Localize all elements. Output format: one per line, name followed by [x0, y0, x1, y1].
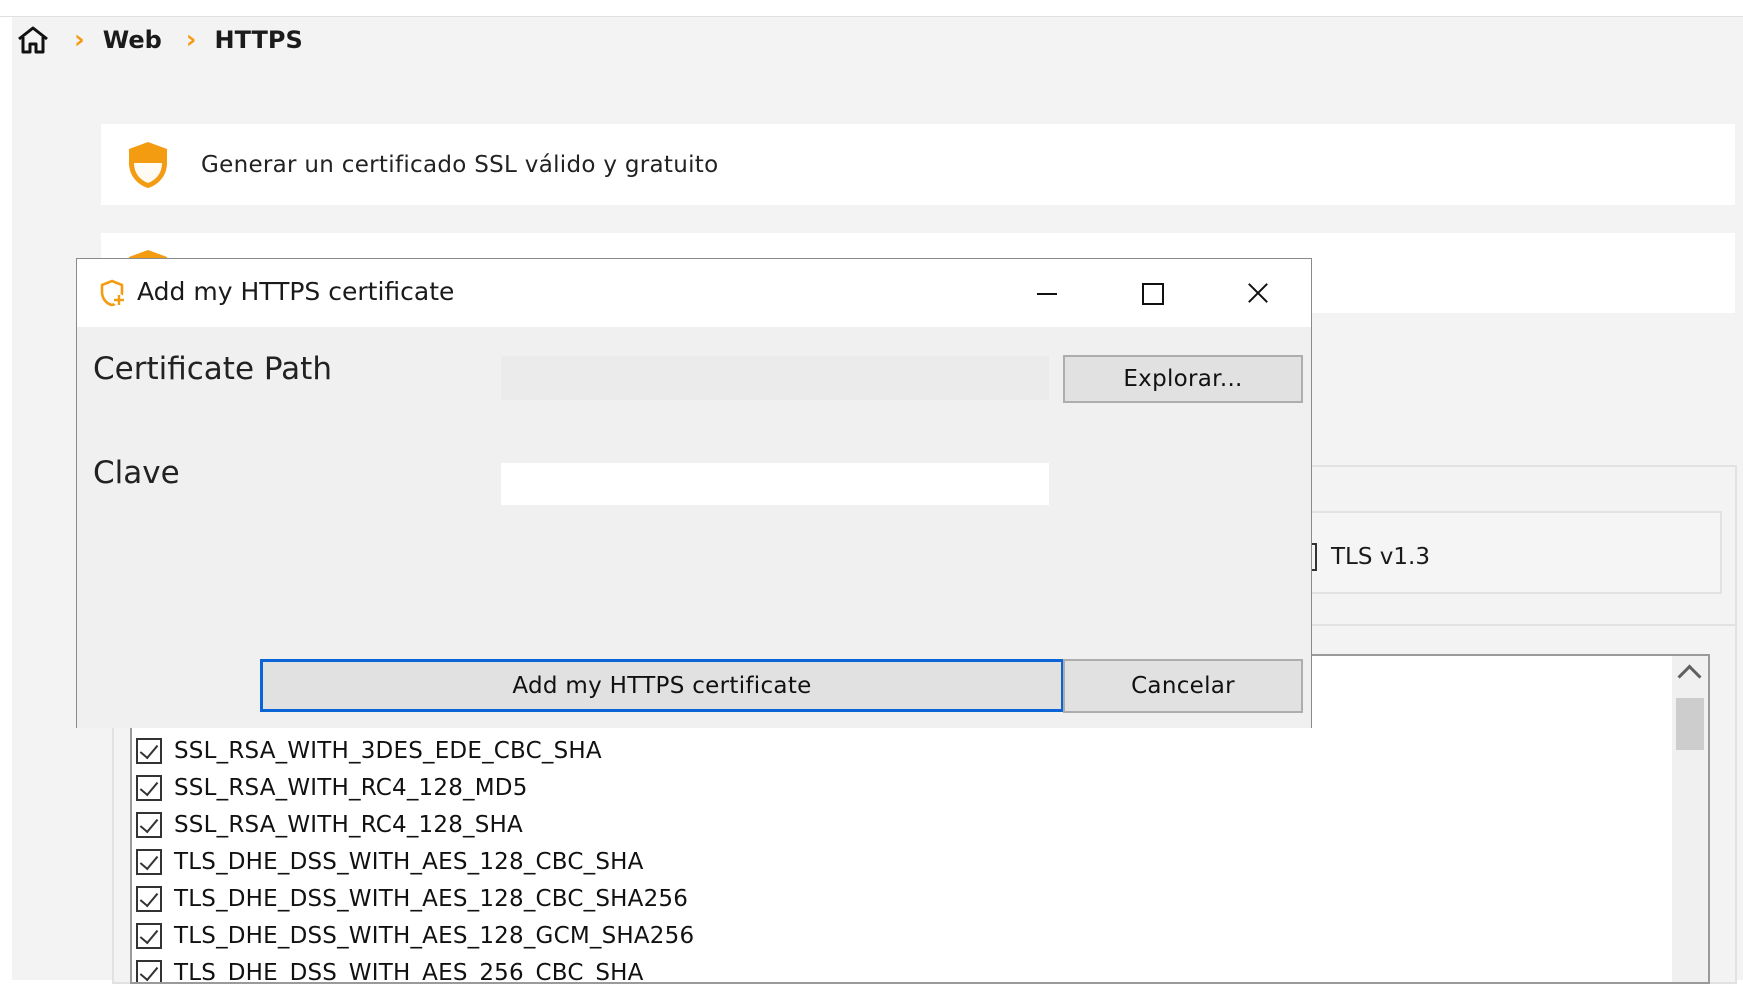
- cipher-label: TLS_DHE_DSS_WITH_AES_128_CBC_SHA256: [174, 886, 688, 912]
- home-icon[interactable]: [16, 25, 50, 55]
- cipher-row[interactable]: SSL_RSA_WITH_RC4_128_SHA: [136, 806, 694, 843]
- cipher-label: TLS_DHE_DSS_WITH_AES_256_CBC_SHA: [174, 960, 644, 984]
- maximize-button[interactable]: [1122, 269, 1182, 317]
- cipher-rows: SSL_RSA_WITH_3DES_EDE_CBC_SHA SSL_RSA_WIT…: [136, 732, 694, 984]
- checkbox-checked-icon[interactable]: [136, 886, 162, 912]
- cancel-button[interactable]: Cancelar: [1063, 659, 1303, 713]
- dialog-titlebar[interactable]: Add my HTTPS certificate: [77, 259, 1311, 327]
- scrollbar-thumb[interactable]: [1676, 698, 1704, 750]
- checkbox-checked-icon[interactable]: [136, 849, 162, 875]
- cipher-row[interactable]: TLS_DHE_DSS_WITH_AES_128_CBC_SHA: [136, 843, 694, 880]
- close-button[interactable]: [1227, 269, 1287, 317]
- maximize-icon: [1142, 283, 1164, 305]
- minimize-icon: [1037, 293, 1057, 295]
- cipher-label: TLS_DHE_DSS_WITH_AES_128_CBC_SHA: [174, 849, 644, 875]
- certificate-path-input[interactable]: [501, 356, 1049, 400]
- browse-button[interactable]: Explorar...: [1063, 355, 1303, 403]
- key-label: Clave: [93, 455, 180, 491]
- chevron-up-icon[interactable]: [1677, 664, 1701, 688]
- add-certificate-button[interactable]: Add my HTTPS certificate: [260, 659, 1064, 712]
- cipher-row[interactable]: TLS_DHE_DSS_WITH_AES_128_CBC_SHA256: [136, 880, 694, 917]
- breadcrumb-item-web[interactable]: Web: [103, 26, 162, 54]
- checkbox-checked-icon[interactable]: [136, 738, 162, 764]
- cipher-row[interactable]: TLS_DHE_DSS_WITH_AES_128_GCM_SHA256: [136, 917, 694, 954]
- key-input[interactable]: [501, 463, 1049, 505]
- scrollbar[interactable]: [1672, 656, 1708, 982]
- tls13-checkbox[interactable]: TLS v1.3: [1305, 543, 1430, 571]
- tls13-label: TLS v1.3: [1331, 544, 1430, 570]
- chevron-right-icon: ›: [186, 27, 197, 53]
- cipher-row[interactable]: SSL_RSA_WITH_RC4_128_MD5: [136, 769, 694, 806]
- breadcrumb-item-https: HTTPS: [215, 26, 303, 54]
- card-label: Generar un certificado SSL válido y grat…: [201, 152, 719, 178]
- checkbox-checked-icon[interactable]: [136, 775, 162, 801]
- cipher-label: SSL_RSA_WITH_RC4_128_MD5: [174, 775, 528, 801]
- add-certificate-dialog: Add my HTTPS certificate Certificate Pat…: [76, 258, 1312, 728]
- minimize-button[interactable]: [1017, 269, 1077, 317]
- checkbox-checked-icon[interactable]: [136, 960, 162, 984]
- cipher-label: SSL_RSA_WITH_3DES_EDE_CBC_SHA: [174, 738, 602, 764]
- checkbox-checked-icon[interactable]: [136, 923, 162, 949]
- cipher-label: SSL_RSA_WITH_RC4_128_SHA: [174, 812, 523, 838]
- breadcrumb: › Web › HTTPS: [16, 22, 303, 58]
- certificate-path-label: Certificate Path: [93, 351, 332, 387]
- shield-add-icon: [99, 279, 125, 307]
- dialog-title: Add my HTTPS certificate: [137, 277, 454, 306]
- generate-free-ssl-card[interactable]: Generar un certificado SSL válido y grat…: [101, 124, 1735, 205]
- cipher-row[interactable]: SSL_RSA_WITH_3DES_EDE_CBC_SHA: [136, 732, 694, 769]
- chevron-right-icon: ›: [74, 27, 85, 53]
- cipher-label: TLS_DHE_DSS_WITH_AES_128_GCM_SHA256: [174, 923, 694, 949]
- shield-icon: [125, 139, 171, 191]
- checkbox-checked-icon[interactable]: [136, 812, 162, 838]
